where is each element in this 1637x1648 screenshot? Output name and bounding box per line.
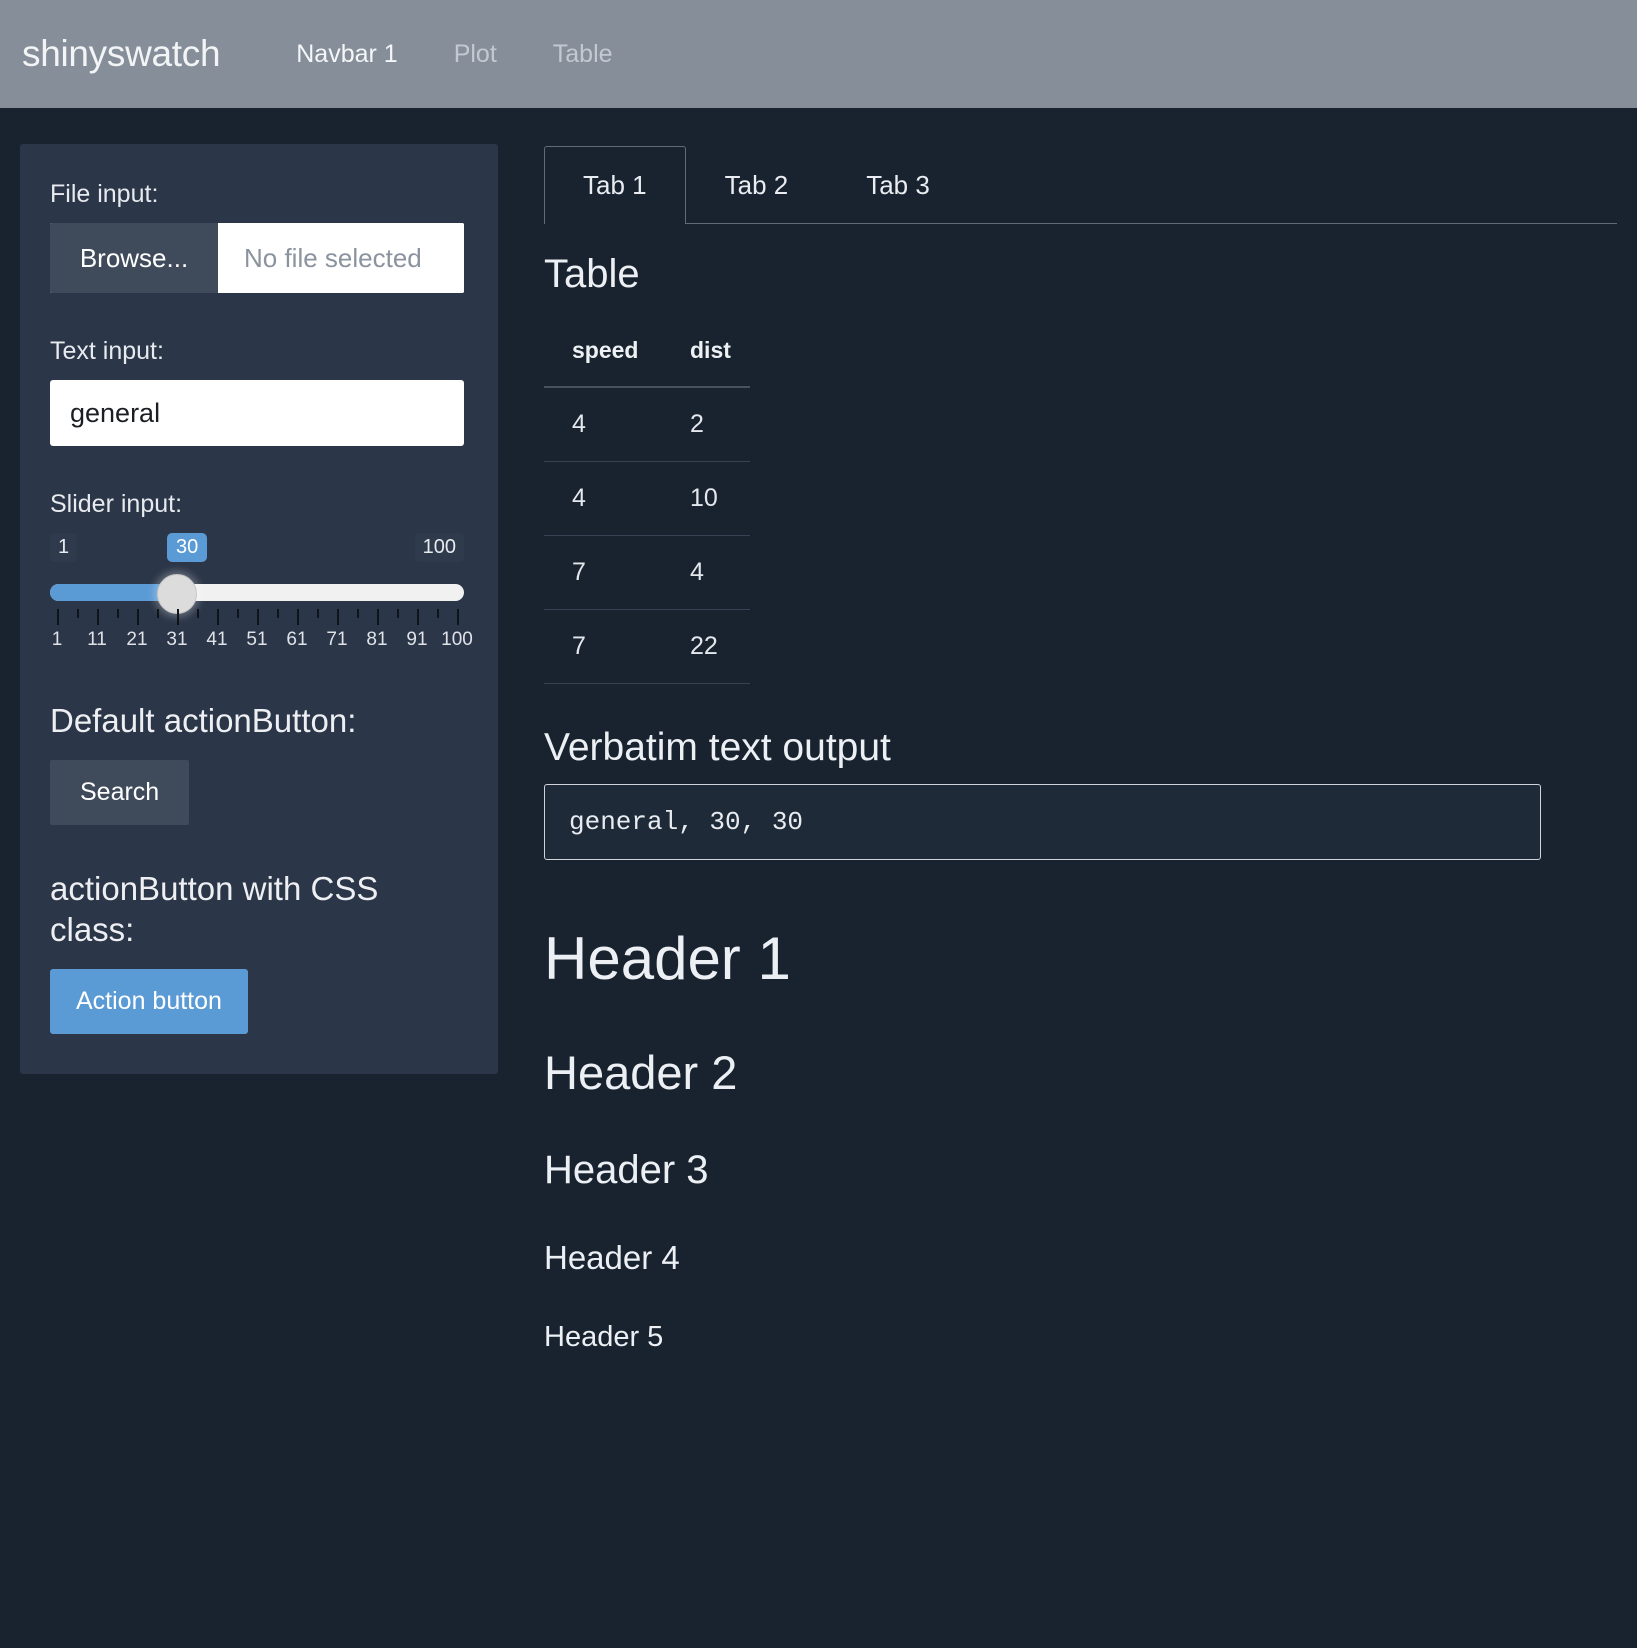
slider-tick-label: 61 [286, 629, 307, 651]
slider-tick-label: 31 [166, 629, 187, 651]
data-table: speed dist 4 2 4 10 7 4 7 [544, 315, 750, 684]
data-table-head: speed dist [544, 315, 750, 387]
header-2: Header 2 [544, 1045, 1617, 1100]
cell-dist: 22 [662, 610, 750, 684]
slider-tick-major [377, 609, 379, 625]
column-header-speed: speed [544, 315, 662, 387]
slider-tick-minor [317, 609, 319, 618]
tab-1[interactable]: Tab 1 [544, 146, 686, 224]
tab-bar: Tab 1 Tab 2 Tab 3 [544, 146, 1617, 224]
slider-tick-major [177, 609, 179, 625]
main-column: Tab 1 Tab 2 Tab 3 Table speed dist 4 2 4… [498, 144, 1617, 1354]
cell-speed: 7 [544, 610, 662, 684]
slider-tick-major [337, 609, 339, 625]
slider-tick-minor [277, 609, 279, 618]
data-table-body: 4 2 4 10 7 4 7 22 [544, 387, 750, 684]
table-heading: Table [544, 252, 1617, 297]
table-row: 7 4 [544, 536, 750, 610]
cell-dist: 4 [662, 536, 750, 610]
cell-speed: 4 [544, 387, 662, 462]
slider-tick-label: 71 [326, 629, 347, 651]
cell-dist: 2 [662, 387, 750, 462]
file-input-group: File input: Browse... No file selected [50, 180, 468, 293]
file-name-display: No file selected [218, 223, 464, 293]
verbatim-output: general, 30, 30 [544, 784, 1541, 860]
slider-tick-label: 91 [406, 629, 427, 651]
slider-tick-label: 81 [366, 629, 387, 651]
slider-tick-label: 41 [206, 629, 227, 651]
slider-tick-label: 1 [52, 629, 63, 651]
slider-tick-label: 11 [87, 629, 107, 651]
tab-2[interactable]: Tab 2 [686, 146, 828, 224]
css-action-group: actionButton with CSS class: Action butt… [50, 869, 468, 1034]
slider-control[interactable]: 1 30 100 1112131415161718191100 [50, 533, 464, 657]
text-input-label: Text input: [50, 337, 468, 366]
slider-tick-major [217, 609, 219, 625]
file-input-control[interactable]: Browse... No file selected [50, 223, 464, 293]
action-button[interactable]: Action button [50, 969, 248, 1034]
sidebar-panel: File input: Browse... No file selected T… [20, 144, 498, 1074]
slider-value-row: 1 30 100 [50, 533, 464, 569]
css-action-heading: actionButton with CSS class: [50, 869, 468, 951]
slider-handle[interactable] [157, 574, 197, 614]
slider-tick-minor [197, 609, 199, 618]
table-row: 4 2 [544, 387, 750, 462]
table-row: 7 22 [544, 610, 750, 684]
slider-group: Slider input: 1 30 100 11121314151617181… [50, 490, 468, 657]
slider-tick-label: 100 [441, 629, 473, 651]
cell-dist: 10 [662, 462, 750, 536]
text-input-group: Text input: [50, 337, 468, 446]
sidebar-column: File input: Browse... No file selected T… [20, 144, 498, 1074]
column-header-dist: dist [662, 315, 750, 387]
search-button[interactable]: Search [50, 760, 189, 825]
default-action-group: Default actionButton: Search [50, 701, 468, 825]
slider-ticks [50, 609, 464, 627]
page-layout: File input: Browse... No file selected T… [0, 108, 1637, 1354]
text-input-field[interactable] [50, 380, 464, 446]
verbatim-heading: Verbatim text output [544, 726, 1617, 770]
cell-speed: 4 [544, 462, 662, 536]
tab-3[interactable]: Tab 3 [827, 146, 969, 224]
slider-current-value: 30 [167, 533, 207, 562]
slider-tick-major [417, 609, 419, 625]
navbar: shinyswatch Navbar 1 Plot Table [0, 0, 1637, 108]
browse-button[interactable]: Browse... [50, 223, 218, 293]
slider-tick-minor [157, 609, 159, 618]
slider-tick-major [457, 609, 459, 625]
navbar-links: Navbar 1 Plot Table [268, 40, 640, 69]
nav-link-plot[interactable]: Plot [426, 40, 525, 69]
slider-tick-label: 51 [246, 629, 267, 651]
slider-tick-minor [237, 609, 239, 618]
header-1: Header 1 [544, 924, 1617, 993]
table-header-row: speed dist [544, 315, 750, 387]
slider-tick-major [297, 609, 299, 625]
slider-tick-label: 21 [126, 629, 147, 651]
nav-link-navbar-1[interactable]: Navbar 1 [268, 40, 425, 69]
file-input-label: File input: [50, 180, 468, 209]
slider-tick-major [257, 609, 259, 625]
navbar-brand[interactable]: shinyswatch [22, 33, 220, 75]
slider-min-label: 1 [50, 533, 77, 562]
slider-tick-minor [357, 609, 359, 618]
header-4: Header 4 [544, 1239, 1617, 1277]
nav-link-table[interactable]: Table [525, 40, 641, 69]
slider-max-label: 100 [415, 533, 464, 562]
slider-tick-major [137, 609, 139, 625]
slider-tick-minor [77, 609, 79, 618]
header-3: Header 3 [544, 1148, 1617, 1193]
slider-tick-minor [397, 609, 399, 618]
slider-tick-labels: 1112131415161718191100 [50, 629, 464, 657]
slider-tick-major [57, 609, 59, 625]
header-5: Header 5 [544, 1321, 1617, 1354]
slider-label: Slider input: [50, 490, 468, 519]
slider-track-wrap[interactable] [50, 577, 464, 607]
table-row: 4 10 [544, 462, 750, 536]
slider-tick-minor [437, 609, 439, 618]
slider-tick-major [97, 609, 99, 625]
cell-speed: 7 [544, 536, 662, 610]
slider-tick-minor [117, 609, 119, 618]
default-action-heading: Default actionButton: [50, 701, 468, 742]
